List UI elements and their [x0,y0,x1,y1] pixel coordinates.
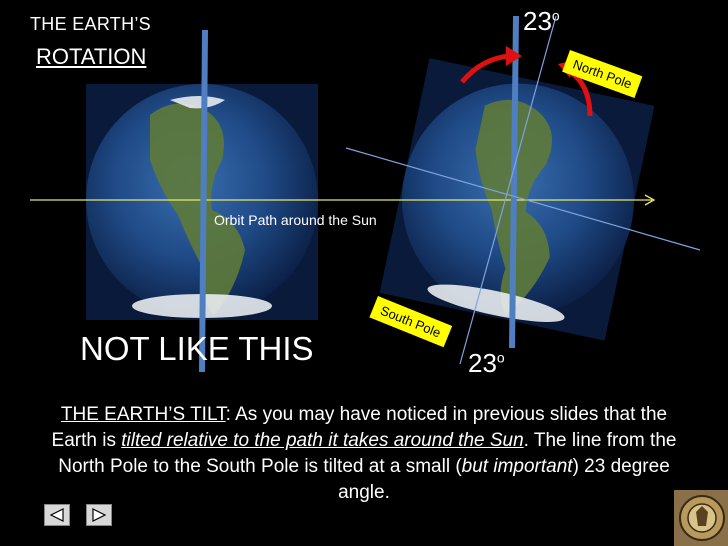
previous-slide-button[interactable] [44,504,70,526]
left-vertical-axis [199,29,208,373]
degree-symbol-bottom: o [496,349,505,366]
orbit-path-label: Orbit Path around the Sun [214,212,377,228]
next-slide-button[interactable] [86,504,112,526]
body-emphasis-2: but important [461,456,573,477]
body-emphasis-1: tilted relative to the path it takes aro… [121,430,524,451]
angle-top-value: 23 [523,6,552,36]
triangle-right-icon [92,508,107,522]
right-vertical-axis [509,15,519,349]
school-logo [674,490,728,546]
explanation-paragraph: THE EARTH’S TILT: As you may have notice… [40,402,688,506]
degree-symbol-top: o [551,7,560,24]
angle-bottom-value: 23 [468,348,497,378]
triangle-left-icon [49,508,64,522]
angle-label-top: 23o [523,6,560,37]
not-like-this-label: NOT LIKE THIS [80,330,314,367]
angle-label-bottom: 23o [468,348,505,379]
tilt-heading: THE EARTH’S TILT [60,404,226,425]
